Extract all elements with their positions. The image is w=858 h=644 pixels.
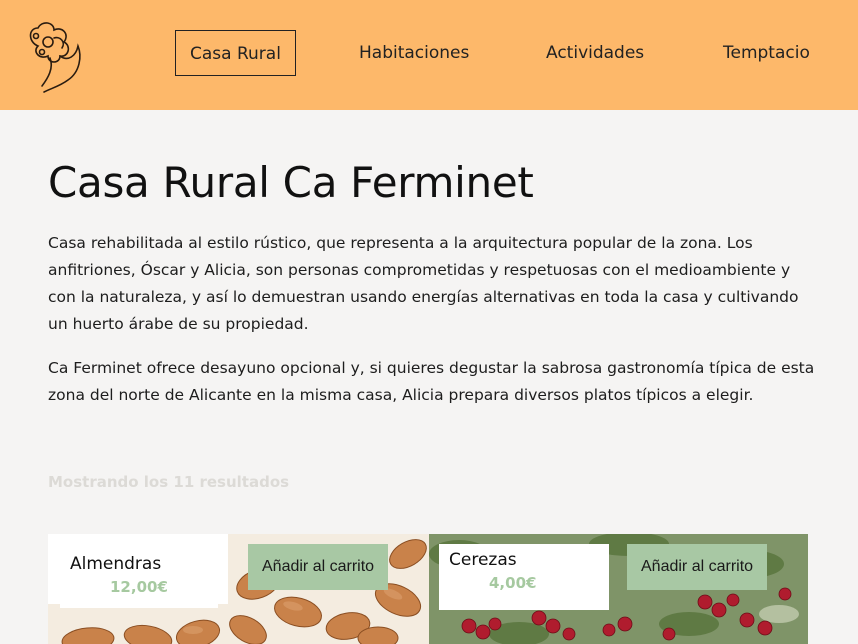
nav-item-temptacio[interactable]: Temptacio [723,30,810,76]
main-nav: Casa Rural Habitaciones Actividades Temp… [0,0,858,110]
results-count: Mostrando los 11 resultados [48,473,290,491]
nav-item-habitaciones[interactable]: Habitaciones [359,30,469,76]
add-to-cart-button[interactable]: Añadir al carrito [627,544,768,590]
product-card-almendras[interactable]: Almendras 12,00€ Añadir al carrito [48,534,429,644]
product-price: 4,00€ [489,574,537,592]
nav-item-casa-rural[interactable]: Casa Rural [175,30,296,76]
product-card-cerezas[interactable]: Cerezas 4,00€ Añadir al carrito [429,534,808,644]
page-title: Casa Rural Ca Ferminet [48,158,534,207]
product-label: Almendras 12,00€ [60,548,218,608]
site-header: Casa Rural Habitaciones Actividades Temp… [0,0,858,110]
product-label: Cerezas 4,00€ [439,544,609,610]
intro-paragraph: Casa rehabilitada al estilo rústico, que… [48,234,799,333]
add-to-cart-button[interactable]: Añadir al carrito [248,544,389,590]
product-name[interactable]: Cerezas [449,550,599,570]
product-price: 12,00€ [110,578,168,596]
product-name[interactable]: Almendras [70,554,208,574]
nav-item-actividades[interactable]: Actividades [546,30,644,76]
gastronomy-paragraph: Ca Ferminet ofrece desayuno opcional y, … [48,359,815,404]
